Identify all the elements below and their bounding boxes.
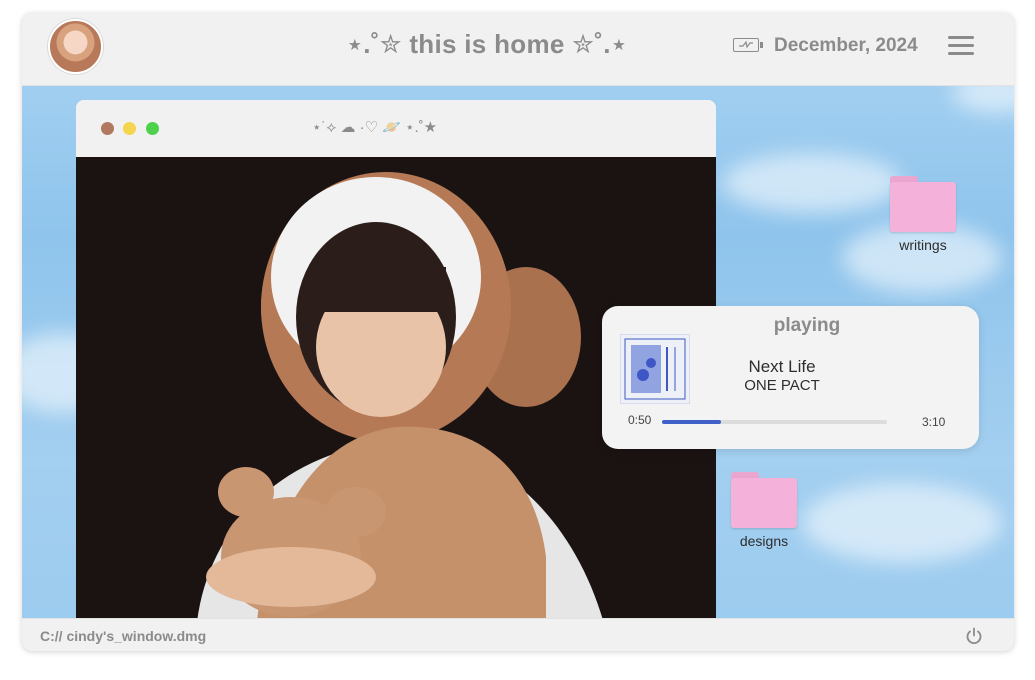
folder-writings[interactable]: writings [890, 176, 956, 256]
maximize-button[interactable] [146, 122, 159, 135]
cloud [802, 483, 1002, 563]
folder-label: designs [739, 533, 789, 549]
file-path: C:// cindy's_window.dmg [40, 628, 207, 644]
menu-icon[interactable] [948, 36, 974, 56]
album-art [620, 334, 690, 404]
player-title: playing [773, 315, 841, 336]
time-current: 0:50 [628, 413, 652, 427]
folder-designs[interactable]: designs [731, 472, 797, 552]
close-button[interactable] [101, 122, 114, 135]
song-artist: ONE PACT [744, 377, 820, 394]
time-total: 3:10 [922, 415, 946, 429]
desktop-frame: ⋆.˚✮ this is home ✮˚.⋆ December, 2024 ⋆˙… [22, 13, 1014, 651]
avatar[interactable] [48, 19, 103, 74]
date-label: December, 2024 [774, 35, 918, 56]
window-titlebar[interactable]: ⋆˙⟡ ☁︎ ·♡ 🪐 ⋆.˚★ [76, 100, 716, 157]
top-bar: ⋆.˚✮ this is home ✮˚.⋆ December, 2024 [22, 13, 1014, 86]
minimize-button[interactable] [123, 122, 136, 135]
battery-icon [733, 38, 763, 52]
music-player: playing Next Life ONE PACT 0:50 3:10 [602, 306, 979, 449]
song-title: Next Life [748, 357, 816, 376]
bottom-bar: C:// cindy's_window.dmg [22, 618, 1014, 651]
folder-label: writings [899, 237, 947, 253]
window-decoration: ⋆˙⟡ ☁︎ ·♡ 🪐 ⋆.˚★ [312, 119, 438, 136]
progress-fill [662, 420, 721, 424]
page-title: ⋆.˚✮ this is home ✮˚.⋆ [346, 29, 628, 59]
progress-bar[interactable] [662, 420, 887, 424]
power-icon[interactable] [965, 627, 983, 645]
cloud [722, 153, 902, 213]
